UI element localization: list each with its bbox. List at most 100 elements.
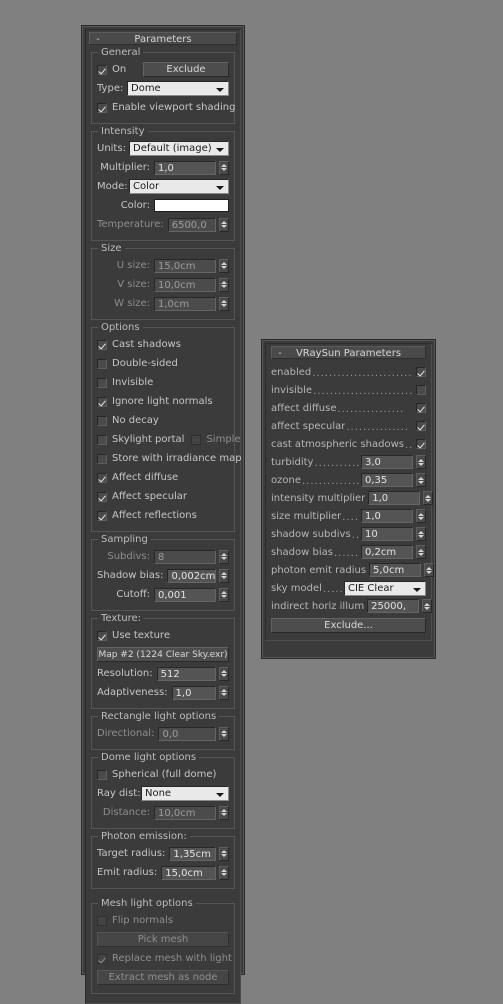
checkbox-ignore-light-normals[interactable] [97,396,107,407]
checkbox-sun-affect-specular[interactable] [416,421,426,431]
label-affect-diffuse: Affect diffuse [112,472,179,483]
color-swatch[interactable] [154,199,229,212]
group-rectangle-legend: Rectangle light options [98,711,220,722]
checkbox-store-with-irradiance-map[interactable] [97,453,107,464]
subdivs-field[interactable]: 8 [154,549,216,564]
rollout-title-parameters[interactable]: - Parameters [89,32,237,45]
mode-dropdown[interactable]: Color [129,179,229,194]
photon-emit-radius-field[interactable]: 5,0cm [369,563,422,577]
checkbox-sun-cast-atmospheric-shadows[interactable] [416,439,426,449]
checkbox-spherical-full-dome[interactable] [97,769,107,780]
checkbox-invisible[interactable] [97,377,107,388]
panel-inner: - Parameters General On Exclude Type: Do… [85,29,242,1004]
row-target-radius: Target radius: 1,35cm [97,845,229,862]
size-multiplier-spinner[interactable] [416,509,426,523]
sun-shadow-bias-field[interactable]: 0,2cm [361,545,413,559]
v-size-spinner[interactable] [219,277,229,292]
checkbox-no-decay[interactable] [97,415,107,426]
checkbox-affect-diffuse[interactable] [97,472,107,483]
checkbox-flip-normals[interactable] [97,915,107,926]
checkbox-sun-enabled[interactable] [416,367,426,377]
subdivs-spinner[interactable] [219,549,229,564]
label-sun-shadow-bias: shadow bias [271,546,333,558]
units-dropdown[interactable]: Default (image) [129,141,229,156]
label-enable-viewport-shading: Enable viewport shading [112,102,236,113]
ozone-spinner[interactable] [416,473,426,487]
photon-emit-radius-spinner[interactable] [424,563,435,577]
leader-dots: ........................ [313,385,414,397]
sun-exclude-button[interactable]: Exclude... [271,617,426,633]
indirect-horiz-illum-field[interactable]: 25000, [367,599,420,613]
label-emit-radius: Emit radius: [97,867,158,878]
row-skylight-portal: Skylight portal Simple [97,431,241,448]
checkbox-skylight-portal[interactable] [97,434,107,445]
adaptiveness-field[interactable]: 1,0 [171,685,216,700]
v-size-field[interactable]: 10,0cm [154,277,216,292]
pick-mesh-button[interactable]: Pick mesh [97,932,229,947]
intensity-multiplier-spinner[interactable] [423,491,434,505]
u-size-field[interactable]: 15,0cm [154,258,216,273]
checkbox-on[interactable] [97,64,107,75]
target-radius-field[interactable]: 1,35cm [169,846,216,861]
shadow-subdivs-spinner[interactable] [416,527,426,541]
vray-light-parameters-panel: - Parameters General On Exclude Type: Do… [81,25,245,1004]
adaptiveness-spinner[interactable] [219,685,229,700]
group-general-legend: General [98,47,144,58]
w-size-field[interactable]: 1,0cm [154,296,216,311]
sun-collapse-toggle-icon[interactable]: - [275,347,285,360]
resolution-field[interactable]: 512 [156,666,216,681]
temperature-field[interactable]: 6500,0 [167,217,216,232]
type-dropdown[interactable]: Dome [127,81,229,96]
checkbox-double-sided[interactable] [97,358,107,369]
directional-field[interactable]: 0,0 [158,726,216,741]
shadow-subdivs-field[interactable]: 10 [361,527,413,541]
cutoff-spinner[interactable] [219,587,229,602]
group-options: Options Cast shadows Double-sided Invisi… [91,322,242,532]
directional-spinner[interactable] [219,726,229,741]
multiplier-field[interactable]: 1,0 [154,160,216,175]
multiplier-spinner[interactable] [219,160,229,175]
rollout-title-vraysun[interactable]: - VRaySun Parameters [271,346,426,359]
resolution-spinner[interactable] [219,666,229,681]
ray-dist-dropdown[interactable]: None [141,786,229,801]
row-pick-mesh: Pick mesh [97,931,229,948]
exclude-button[interactable]: Exclude [143,62,229,77]
emit-radius-spinner[interactable] [219,865,229,880]
checkbox-cast-shadows[interactable] [97,339,107,350]
distance-spinner[interactable] [219,805,229,820]
checkbox-use-texture[interactable] [97,630,107,641]
label-sun-invisible: invisible [271,384,313,396]
extract-mesh-as-node-button[interactable]: Extract mesh as node [97,970,229,985]
checkbox-sun-invisible[interactable] [416,385,426,395]
sky-model-dropdown[interactable]: CIE Clear [344,580,426,596]
label-temperature: Temperature: [97,219,164,230]
intensity-multiplier-field[interactable]: 1,0 [368,491,421,505]
row-temperature: Temperature: 6500,0 [97,216,229,233]
row-distance: Distance: 10,0cm [97,804,229,821]
u-size-spinner[interactable] [219,258,229,273]
checkbox-sun-affect-diffuse[interactable] [416,403,426,413]
size-multiplier-field[interactable]: 1,0 [361,509,413,523]
turbidity-spinner[interactable] [416,455,426,469]
checkbox-enable-viewport-shading[interactable] [97,102,107,113]
indirect-horiz-illum-spinner[interactable] [422,599,433,613]
checkbox-replace-mesh-with-light[interactable] [97,953,107,964]
turbidity-field[interactable]: 3,0 [361,455,413,469]
sun-shadow-bias-spinner[interactable] [416,545,426,559]
shadow-bias-field[interactable]: 0,002cm [167,568,216,583]
emit-radius-field[interactable]: 15,0cm [161,865,216,880]
checkbox-simple[interactable] [191,434,202,445]
cutoff-field[interactable]: 0,001 [154,587,216,602]
ozone-field[interactable]: 0,35 [361,473,413,487]
w-size-spinner[interactable] [219,296,229,311]
label-ignore-light-normals: Ignore light normals [112,396,213,407]
collapse-toggle-icon[interactable]: - [93,33,103,46]
checkbox-affect-reflections[interactable] [97,510,107,521]
shadow-bias-spinner[interactable] [219,568,229,583]
checkbox-affect-specular[interactable] [97,491,107,502]
row-flip-normals: Flip normals [97,912,229,929]
texture-map-button[interactable]: Map #2 (1224 Clear Sky.exr) [97,647,229,662]
distance-field[interactable]: 10,0cm [154,805,216,820]
temperature-spinner[interactable] [219,217,229,232]
target-radius-spinner[interactable] [219,846,229,861]
